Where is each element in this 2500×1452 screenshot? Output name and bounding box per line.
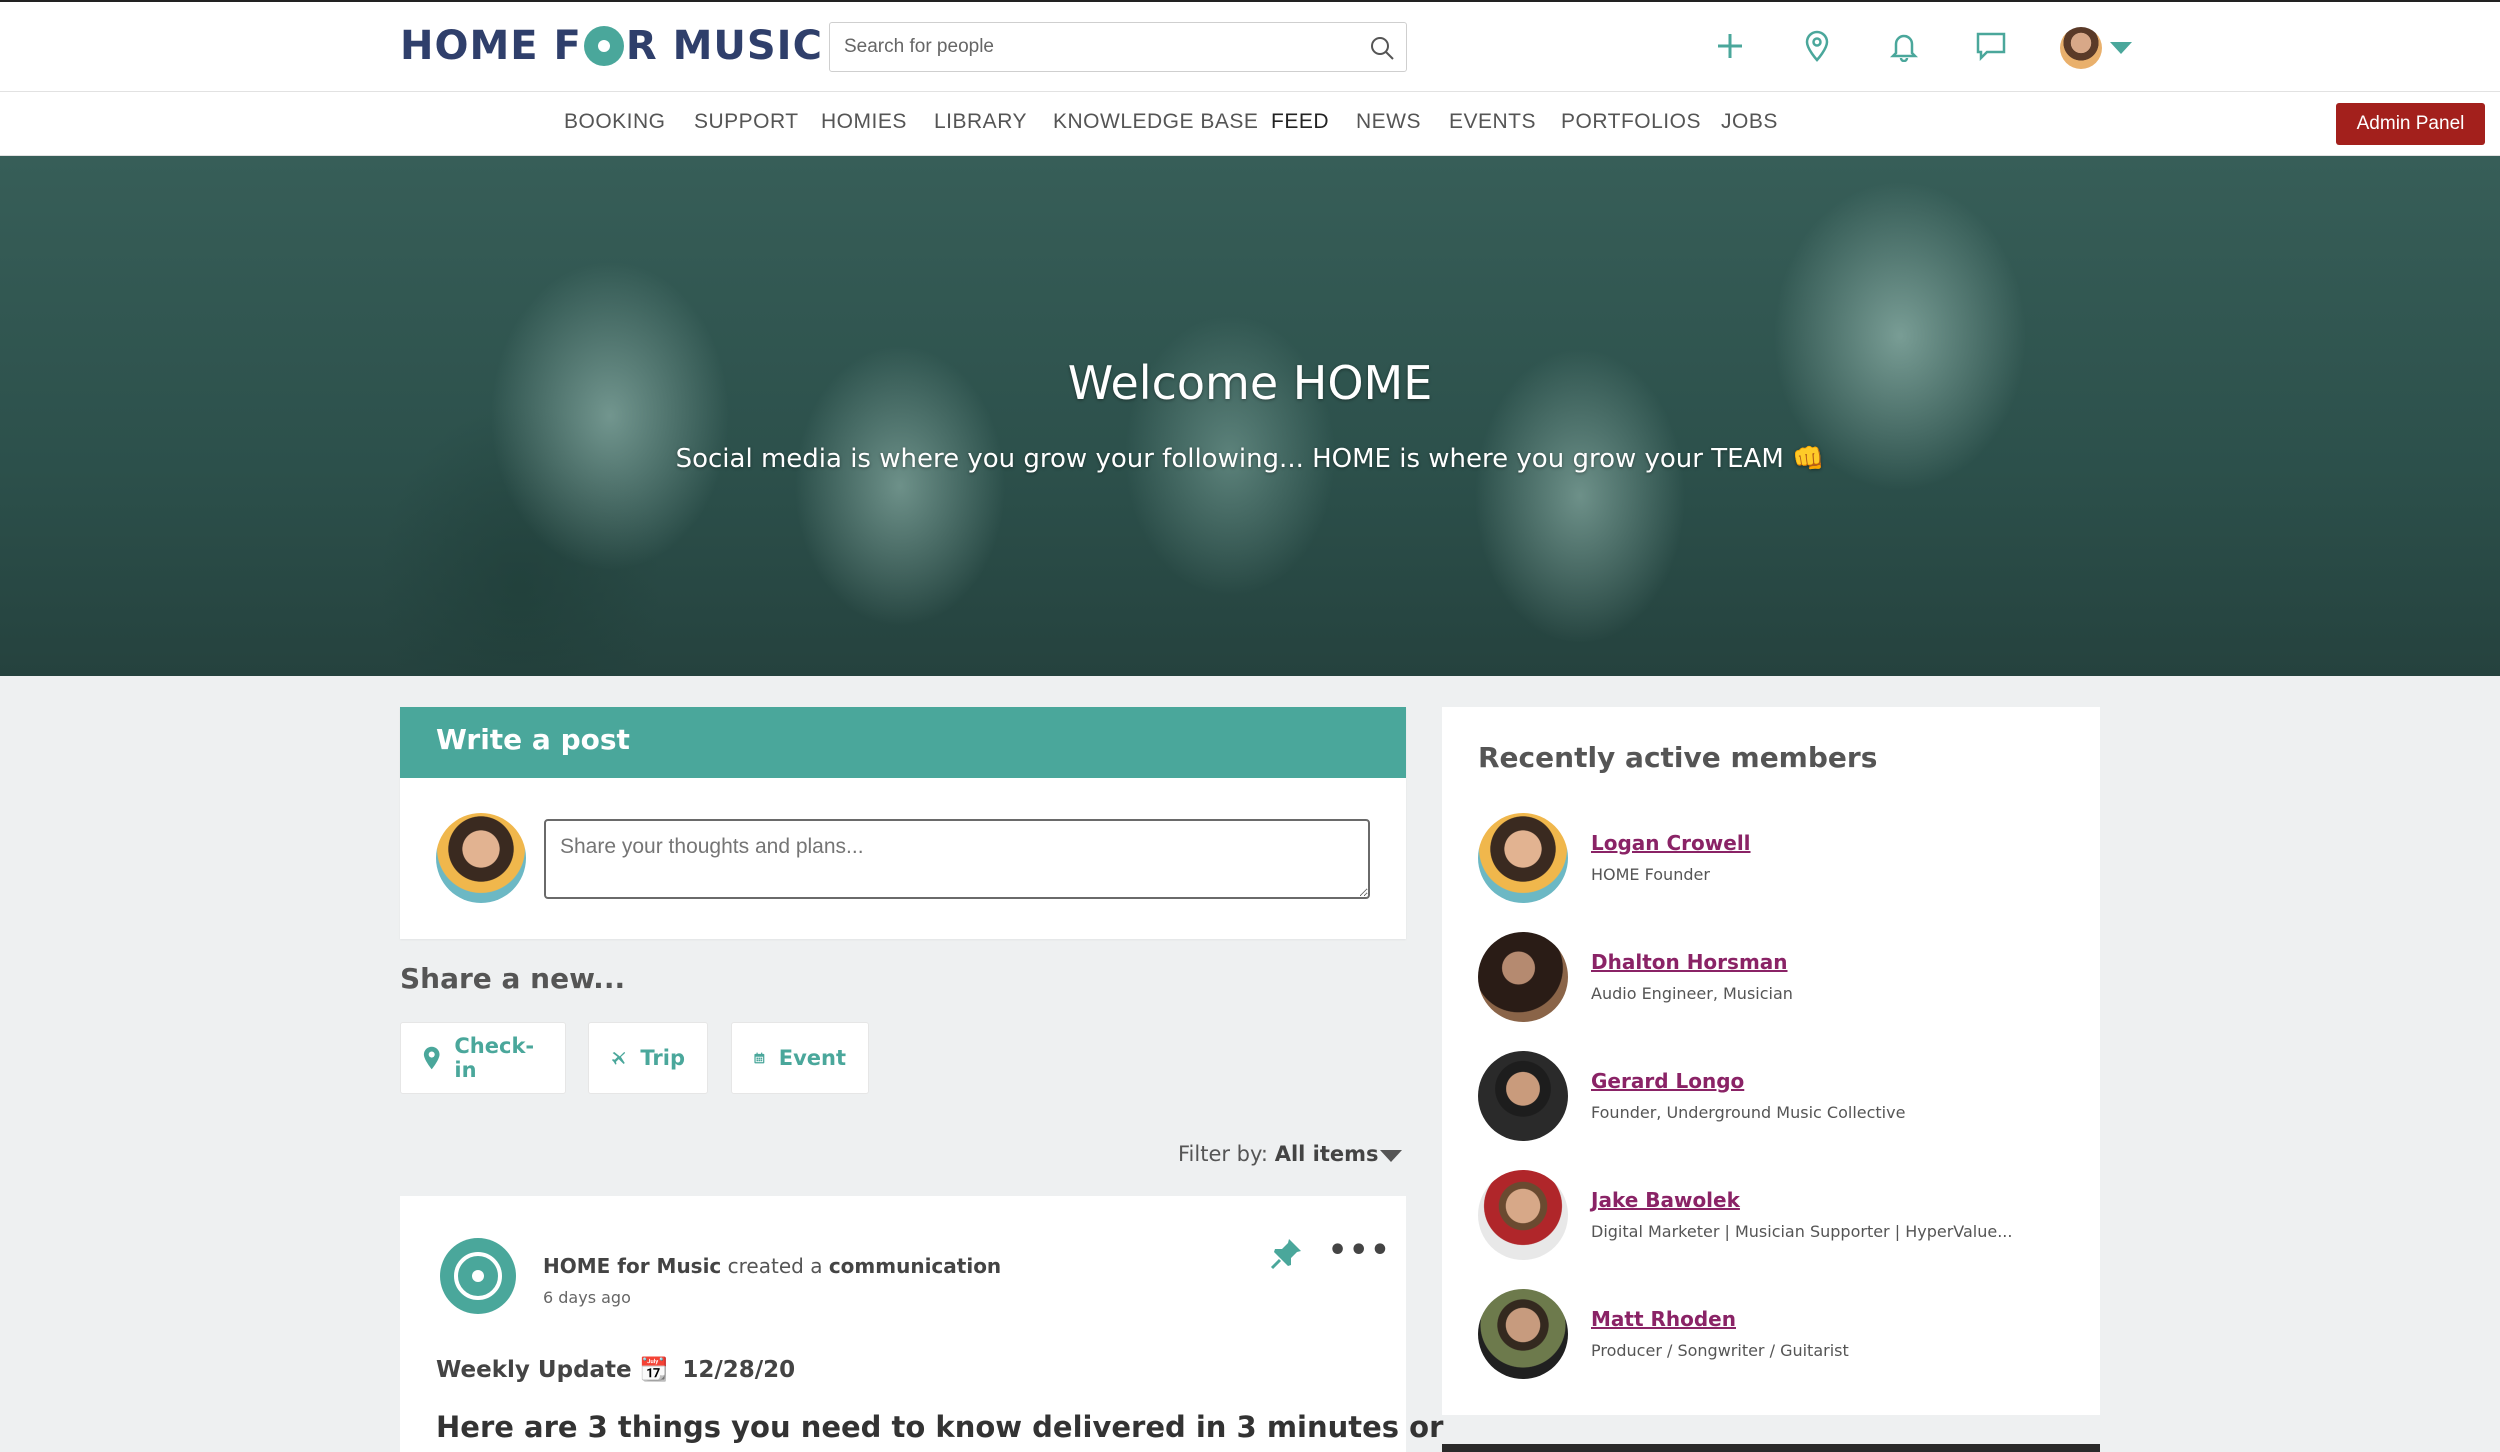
nav-item-support[interactable]: SUPPORT [694,110,799,134]
pin-icon[interactable] [1268,1236,1304,1272]
post-subtitle: Weekly Update 📆 12/28/20 [436,1356,795,1383]
nav-item-news[interactable]: NEWS [1356,110,1421,134]
filter-value: All items [1274,1142,1379,1166]
member-avatar[interactable] [1478,1051,1568,1141]
trip-label: Trip [640,1046,685,1070]
record-disc-icon [583,26,624,66]
main-nav: BOOKING SUPPORT HOMIES LIBRARY KNOWLEDGE… [0,92,2500,156]
logo-text-right: R MUSIC [625,23,823,69]
member-role: Audio Engineer, Musician [1591,984,1793,1003]
more-options-icon[interactable]: ••• [1328,1236,1392,1266]
member-name[interactable]: Gerard Longo [1591,1069,1744,1093]
nav-item-events[interactable]: EVENTS [1449,110,1536,134]
hero-banner: Welcome HOME Social media is where you g… [0,156,2500,676]
bell-icon[interactable] [1884,26,1924,66]
member-name[interactable]: Matt Rhoden [1591,1307,1736,1331]
post-timestamp: 6 days ago [543,1288,631,1307]
people-search [829,22,1407,72]
member-item: Logan Crowell HOME Founder [1478,813,2078,903]
nav-item-feed[interactable]: FEED [1271,110,1329,134]
feed-filter[interactable]: Filter by: All items [1178,1142,1379,1166]
feed-post: HOME for Music created a communication 6… [400,1196,1443,1452]
post-input[interactable] [544,819,1370,899]
search-input[interactable] [830,23,1330,71]
home-for-music-avatar[interactable] [440,1238,516,1314]
chevron-down-icon[interactable] [2110,42,2132,54]
calendar-icon [754,1052,765,1064]
member-avatar[interactable] [1478,1170,1568,1260]
member-avatar[interactable] [1478,813,1568,903]
nav-item-jobs[interactable]: JOBS [1721,110,1778,134]
member-role: Digital Marketer | Musician Supporter | … [1591,1222,2013,1241]
member-role: Founder, Underground Music Collective [1591,1103,1906,1122]
next-card-edge [1442,1444,2100,1452]
admin-panel-button[interactable]: Admin Panel [2336,103,2485,145]
member-item: Jake Bawolek Digital Marketer | Musician… [1478,1170,2078,1260]
check-in-button[interactable]: Check-in [400,1022,566,1094]
plus-icon[interactable] [1710,26,1750,66]
trip-button[interactable]: Trip [588,1022,708,1094]
member-avatar[interactable] [1478,1289,1568,1379]
member-item: Dhalton Horsman Audio Engineer, Musician [1478,932,2078,1022]
member-avatar[interactable] [1478,932,1568,1022]
post-action: created a [727,1254,823,1278]
recent-members-title: Recently active members [1478,741,1878,774]
top-header: HOME F R MUSIC [0,0,2500,92]
post-meta: HOME for Music created a communication [543,1254,1001,1278]
post-object[interactable]: communication [829,1254,1001,1278]
map-pin-icon [423,1046,440,1070]
member-role: HOME Founder [1591,865,1710,884]
check-in-label: Check-in [454,1034,535,1082]
post-subtitle-date: 12/28/20 [682,1357,796,1383]
home-for-music-logo[interactable]: HOME F R MUSIC [400,20,823,72]
member-role: Producer / Songwriter / Guitarist [1591,1341,1849,1360]
plane-icon [612,1051,626,1065]
write-post-card: Write a post [400,707,1406,939]
post-author[interactable]: HOME for Music [543,1254,721,1278]
recent-members-card: Recently active members Logan Crowell HO… [1442,707,2100,1415]
chevron-down-icon[interactable] [1380,1150,1402,1162]
nav-item-booking[interactable]: BOOKING [564,110,666,134]
nav-item-library[interactable]: LIBRARY [934,110,1027,134]
member-item: Matt Rhoden Producer / Songwriter / Guit… [1478,1289,2078,1379]
nav-item-portfolios[interactable]: PORTFOLIOS [1561,110,1701,134]
event-label: Event [778,1046,846,1070]
current-user-avatar [436,813,526,903]
nav-item-knowledge-base[interactable]: KNOWLEDGE BASE [1053,110,1258,134]
member-name[interactable]: Logan Crowell [1591,831,1751,855]
search-icon[interactable] [1368,34,1396,62]
logo-text-left: HOME F [400,23,582,69]
event-button[interactable]: Event [731,1022,869,1094]
map-pin-icon[interactable] [1797,26,1837,66]
member-item: Gerard Longo Founder, Underground Music … [1478,1051,2078,1141]
write-post-title: Write a post [400,707,1406,778]
hero-subtitle: Social media is where you grow your foll… [675,444,1825,474]
filter-label: Filter by: [1178,1142,1268,1166]
member-name[interactable]: Jake Bawolek [1591,1188,1740,1212]
post-subtitle-prefix: Weekly Update 📆 [436,1357,669,1383]
chat-icon[interactable] [1971,26,2011,66]
share-title: Share a new... [400,962,626,995]
post-headline: Here are 3 things you need to know deliv… [436,1410,1444,1444]
member-name[interactable]: Dhalton Horsman [1591,950,1788,974]
user-avatar[interactable] [2060,27,2102,69]
hero-title: Welcome HOME [1067,356,1433,410]
nav-item-homies[interactable]: HOMIES [821,110,907,134]
